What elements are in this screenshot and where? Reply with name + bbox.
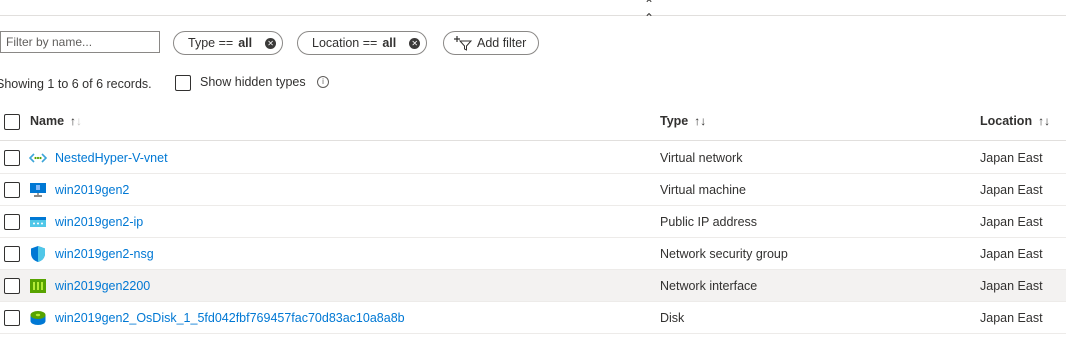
info-icon[interactable]: i (317, 76, 329, 88)
double-chevron-up-icon[interactable]: ⌃ ⌃ (644, 0, 654, 25)
row-checkbox[interactable] (4, 214, 20, 230)
disk-icon (30, 311, 46, 325)
header-divider (0, 140, 1066, 141)
filter-by-name-input[interactable] (0, 31, 160, 53)
resource-location: Japan East (980, 183, 1043, 197)
column-header-name[interactable]: Name ↑↓ (30, 114, 82, 128)
row-checkbox[interactable] (4, 310, 20, 326)
add-filter-button[interactable]: Add filter (443, 31, 540, 55)
row-checkbox[interactable] (4, 182, 20, 198)
column-header-location[interactable]: Location ↑↓ (980, 114, 1050, 128)
resource-name-link[interactable]: win2019gen2_OsDisk_1_5fd042fbf769457fac7… (55, 311, 405, 325)
sort-icon[interactable]: ↑↓ (1038, 114, 1050, 128)
resource-type: Virtual network (660, 151, 743, 165)
show-hidden-types-checkbox[interactable] (175, 75, 191, 91)
row-checkbox[interactable] (4, 150, 20, 166)
records-count: Showing 1 to 6 of 6 records. (0, 77, 152, 91)
remove-filter-icon[interactable]: ✕ (265, 37, 277, 49)
select-all-checkbox[interactable] (4, 114, 20, 130)
column-header-type-label: Type (660, 114, 689, 128)
resource-type: Public IP address (660, 215, 758, 229)
type-filter-value: all (238, 36, 253, 50)
type-filter-pill[interactable]: Type == all ✕ (173, 31, 284, 55)
resource-name-link[interactable]: win2019gen2 (55, 183, 129, 197)
location-filter-value: all (382, 36, 397, 50)
resource-name-link[interactable]: win2019gen2-nsg (55, 247, 154, 261)
column-header-location-label: Location (980, 114, 1033, 128)
resource-location: Japan East (980, 311, 1043, 325)
resource-type: Network interface (660, 279, 758, 293)
resource-name-link[interactable]: NestedHyper-V-vnet (55, 151, 168, 165)
shield-icon (31, 246, 45, 262)
network-interface-icon (30, 279, 46, 293)
sort-icon[interactable]: ↑↓ (694, 114, 706, 128)
row-checkbox[interactable] (4, 278, 20, 294)
add-filter-icon (454, 36, 472, 51)
show-hidden-types-label: Show hidden types (200, 75, 306, 89)
remove-filter-icon[interactable]: ✕ (409, 37, 421, 49)
type-filter-key: Type == (188, 36, 234, 50)
virtual-network-icon (29, 153, 47, 163)
resource-location: Japan East (980, 151, 1043, 165)
resource-type: Virtual machine (660, 183, 746, 197)
resource-location: Japan East (980, 247, 1043, 261)
resource-location: Japan East (980, 215, 1043, 229)
location-filter-key: Location == (312, 36, 378, 50)
location-filter-pill[interactable]: Location == all ✕ (297, 31, 428, 55)
column-header-name-label: Name (30, 114, 65, 128)
add-filter-label: Add filter (477, 36, 527, 50)
resource-location: Japan East (980, 279, 1043, 293)
public-ip-icon (30, 217, 46, 227)
resource-name-link[interactable]: win2019gen2200 (55, 279, 150, 293)
column-header-type[interactable]: Type ↑↓ (660, 114, 706, 128)
resource-type: Network security group (660, 247, 788, 261)
table-row[interactable]: NestedHyper-V-vnet Virtual network Japan… (0, 142, 1066, 174)
top-bar: ⌃ ⌃ (0, 0, 1066, 25)
table-row[interactable]: win2019gen2 Virtual machine Japan East (0, 174, 1066, 206)
resource-type: Disk (660, 311, 685, 325)
resource-name-link[interactable]: win2019gen2-ip (55, 215, 143, 229)
row-checkbox[interactable] (4, 246, 20, 262)
table-row[interactable]: win2019gen2-ip Public IP address Japan E… (0, 206, 1066, 238)
table-row[interactable]: win2019gen2_OsDisk_1_5fd042fbf769457fac7… (0, 302, 1066, 334)
virtual-machine-icon (30, 183, 46, 197)
sort-icon[interactable]: ↑↓ (70, 114, 82, 128)
table-row[interactable]: win2019gen2-nsg Network security group J… (0, 238, 1066, 270)
table-row[interactable]: win2019gen2200 Network interface Japan E… (0, 270, 1066, 302)
